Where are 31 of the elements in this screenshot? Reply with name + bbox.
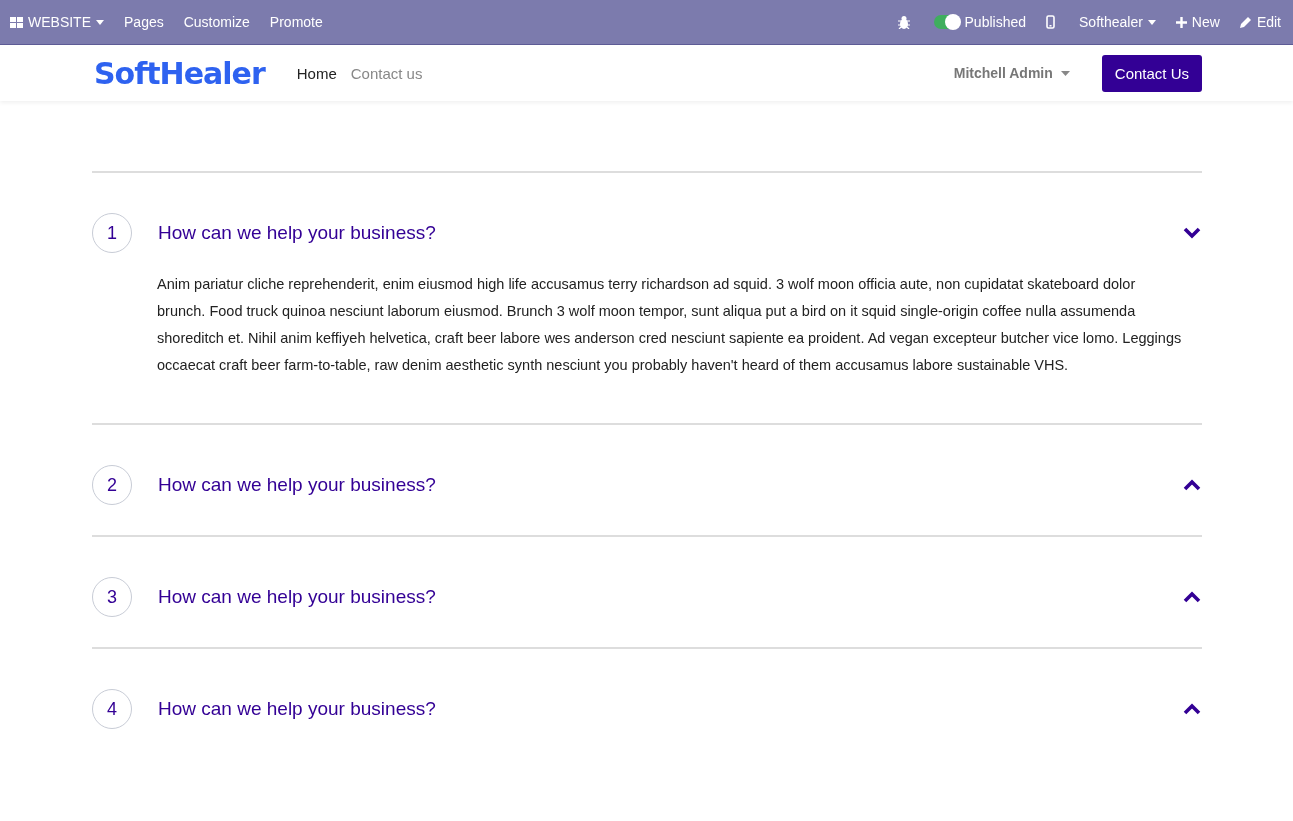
website-menu[interactable]: WEBSITE	[10, 14, 104, 30]
chevron-down-icon[interactable]	[1183, 227, 1201, 239]
menu-item[interactable]: Customize	[183, 14, 250, 30]
logo[interactable]: SoftHealer	[94, 55, 265, 91]
plus-icon	[1175, 16, 1187, 28]
answer-text: Anim pariatur cliche reprehenderit, enim eiusmod high life accusamus terry richardson ad squid. 3 wolf moon officia aute, non cupidatat skateboard dolor brunch. Food truck quinoa nesciunt laborum eiusmod. Brunch 3 wolf moon tempor, sunt aliqua put a bird on it squid single-origin coffee nulla assumenda shoreditch et. Nihil anim keffiyeh helvetica, craft beer labore wes anderson cred nesciunt sapiente ea proident. Ad vegan excepteur butcher vice lomo. Leggings occaecat craft beer farm-to-table, raw denim aesthetic synth nesciunt you probably haven't heard of them accusamus labore sustainable VHS.	[157, 275, 1182, 375]
menu-item[interactable]: Pages	[124, 14, 164, 30]
nav-link[interactable]: Home	[296, 64, 337, 82]
mobile-icon[interactable]	[1046, 15, 1056, 29]
publish-toggle[interactable]: Published	[933, 14, 1027, 30]
question-title[interactable]: How can we help your business?	[158, 474, 1183, 496]
caret-icon	[96, 19, 104, 25]
question-title[interactable]: How can we help your business?	[158, 222, 1183, 244]
question-title[interactable]: How can we help your business?	[158, 586, 1183, 608]
contact-us-button[interactable]: Contact Us	[1101, 54, 1202, 92]
new-button[interactable]: New	[1175, 14, 1220, 30]
chevron-up-icon[interactable]	[1183, 591, 1201, 603]
question-title[interactable]: How can we help your business?	[158, 698, 1183, 720]
grid-icon	[10, 16, 23, 28]
chevron-up-icon[interactable]	[1183, 479, 1201, 491]
caret-icon	[1060, 70, 1070, 76]
bug-icon[interactable]	[897, 15, 910, 29]
pencil-icon	[1239, 16, 1252, 28]
chevron-up-icon[interactable]	[1183, 703, 1201, 715]
nav-link[interactable]: Contact us	[350, 64, 423, 82]
user-menu[interactable]: Mitchell Admin	[953, 65, 1070, 81]
toggle-switch[interactable]	[933, 15, 960, 29]
menu-item[interactable]: Promote	[269, 14, 323, 30]
caret-icon	[1147, 19, 1156, 25]
edit-button[interactable]: Edit	[1239, 14, 1281, 30]
website-switcher[interactable]: Softhealer	[1079, 14, 1156, 30]
